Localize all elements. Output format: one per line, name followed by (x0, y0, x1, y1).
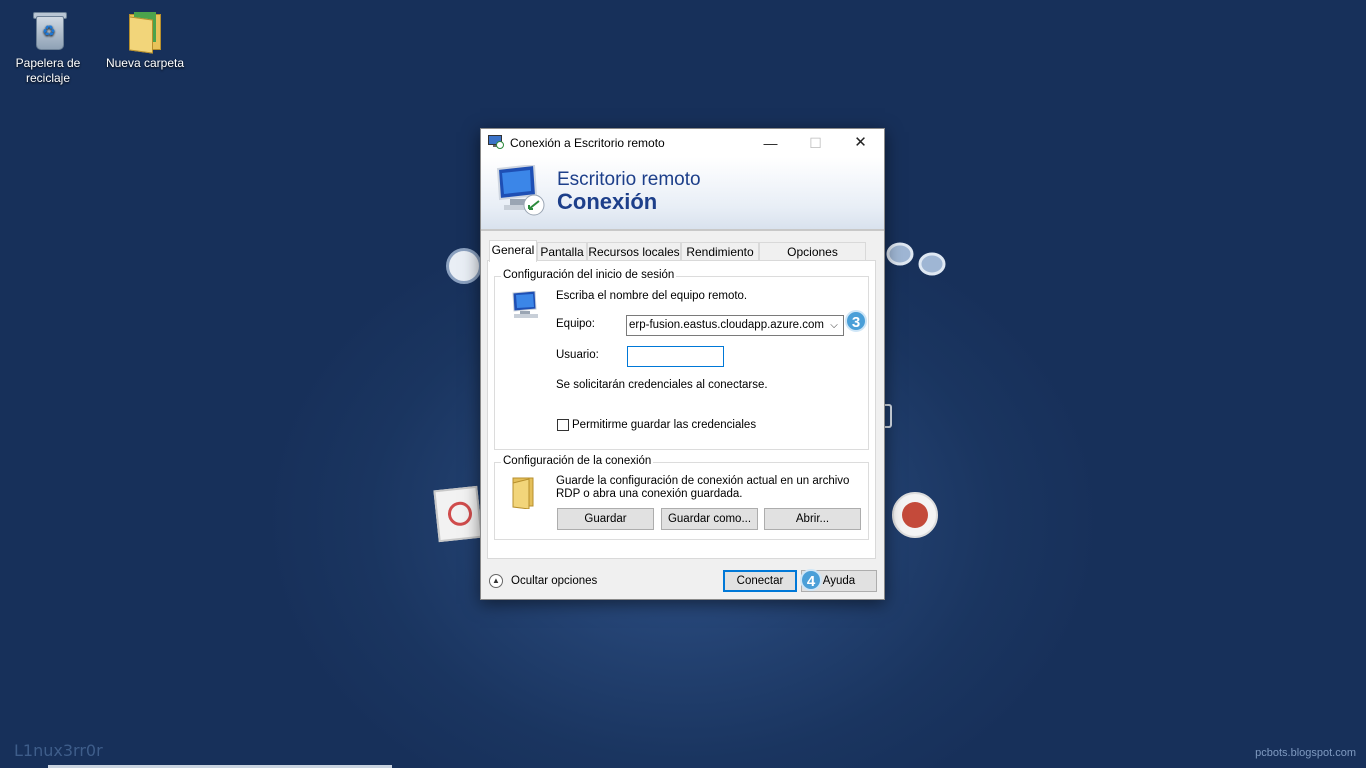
computer-icon (512, 291, 538, 318)
save-credentials-checkbox[interactable] (557, 419, 569, 431)
watermark-left: L1nux3rr0r (14, 741, 103, 760)
group-caption: Configuración de la conexión (501, 455, 654, 467)
user-input[interactable] (627, 346, 724, 367)
maximize-button[interactable]: ☐ (793, 129, 838, 157)
remote-desktop-dialog: Conexión a Escritorio remoto — ☐ ✕ Escri… (480, 128, 885, 600)
tab-rendimiento[interactable]: Rendimiento (681, 242, 759, 260)
computer-label: Equipo: (556, 318, 596, 330)
banner: Escritorio remoto Conexión (481, 157, 884, 231)
wallpaper-mug-icon (892, 492, 938, 538)
tab-opciones-avanzadas[interactable]: Opciones avanzadas (759, 242, 866, 277)
desktop-icon-label: Papelera de reciclaje (15, 56, 81, 85)
save-credentials-label[interactable]: Permitirme guardar las credenciales (572, 419, 756, 431)
tab-recursos-locales[interactable]: Recursos locales (587, 242, 681, 260)
title-bar[interactable]: Conexión a Escritorio remoto — ☐ ✕ (481, 129, 884, 157)
chevron-down-icon[interactable]: ⌵ (825, 316, 843, 335)
banner-subtitle: Conexión (557, 189, 658, 214)
save-button[interactable]: Guardar (557, 508, 654, 530)
step-badge-3: 3 (845, 310, 867, 332)
wallpaper-card-icon (433, 485, 483, 543)
computer-combobox[interactable]: erp-fusion.eastus.cloudapp.azure.com ⌵ (626, 315, 844, 336)
remote-desktop-app-icon (488, 135, 504, 149)
hide-options-link[interactable]: Ocultar opciones (511, 575, 597, 587)
connect-button[interactable]: Conectar (723, 570, 797, 592)
open-button[interactable]: Abrir... (764, 508, 861, 530)
open-folder-icon (512, 477, 534, 509)
wallpaper-gamepad-icon (446, 248, 482, 284)
tab-pantalla[interactable]: Pantalla (537, 242, 587, 260)
tab-general[interactable]: General (489, 240, 537, 262)
close-button[interactable]: ✕ (838, 129, 883, 157)
window-title: Conexión a Escritorio remoto (510, 136, 665, 150)
minimize-button[interactable]: — (748, 129, 793, 157)
wallpaper-glasses-icon (886, 240, 946, 280)
save-as-button[interactable]: Guardar como... (661, 508, 758, 530)
banner-title: Escritorio remoto (557, 169, 701, 190)
connection-settings-group: Configuración de la conexión Guarde la c… (494, 455, 869, 540)
wallpaper-bracket (884, 404, 892, 428)
collapse-arrow-icon[interactable]: ▲ (489, 574, 503, 588)
login-settings-group: Configuración del inicio de sesión Escri… (494, 269, 869, 450)
desktop-icon-new-folder[interactable]: Nueva carpeta (102, 8, 188, 70)
desktop-icon-label: Nueva carpeta (105, 56, 185, 70)
monitor-connection-icon (496, 165, 545, 216)
instruction-text: Escriba el nombre del equipo remoto. (556, 290, 748, 302)
folder-icon (125, 8, 165, 54)
desktop-icon-recycle-bin[interactable]: ♻ Papelera de reciclaje (5, 8, 91, 86)
recycle-bin-icon: ♻ (28, 8, 68, 52)
step-badge-4: 4 (800, 569, 822, 591)
user-label: Usuario: (556, 349, 599, 361)
credentials-note: Se solicitarán credenciales al conectars… (556, 379, 768, 391)
general-tab-panel: Configuración del inicio de sesión Escri… (487, 260, 876, 559)
connection-description-1: Guarde la configuración de conexión actu… (556, 475, 850, 487)
watermark-right: pcbots.blogspot.com (1255, 747, 1356, 759)
connection-description-2: RDP o abra una conexión guardada. (556, 488, 743, 500)
computer-value: erp-fusion.eastus.cloudapp.azure.com (629, 319, 824, 331)
group-caption: Configuración del inicio de sesión (501, 269, 677, 281)
